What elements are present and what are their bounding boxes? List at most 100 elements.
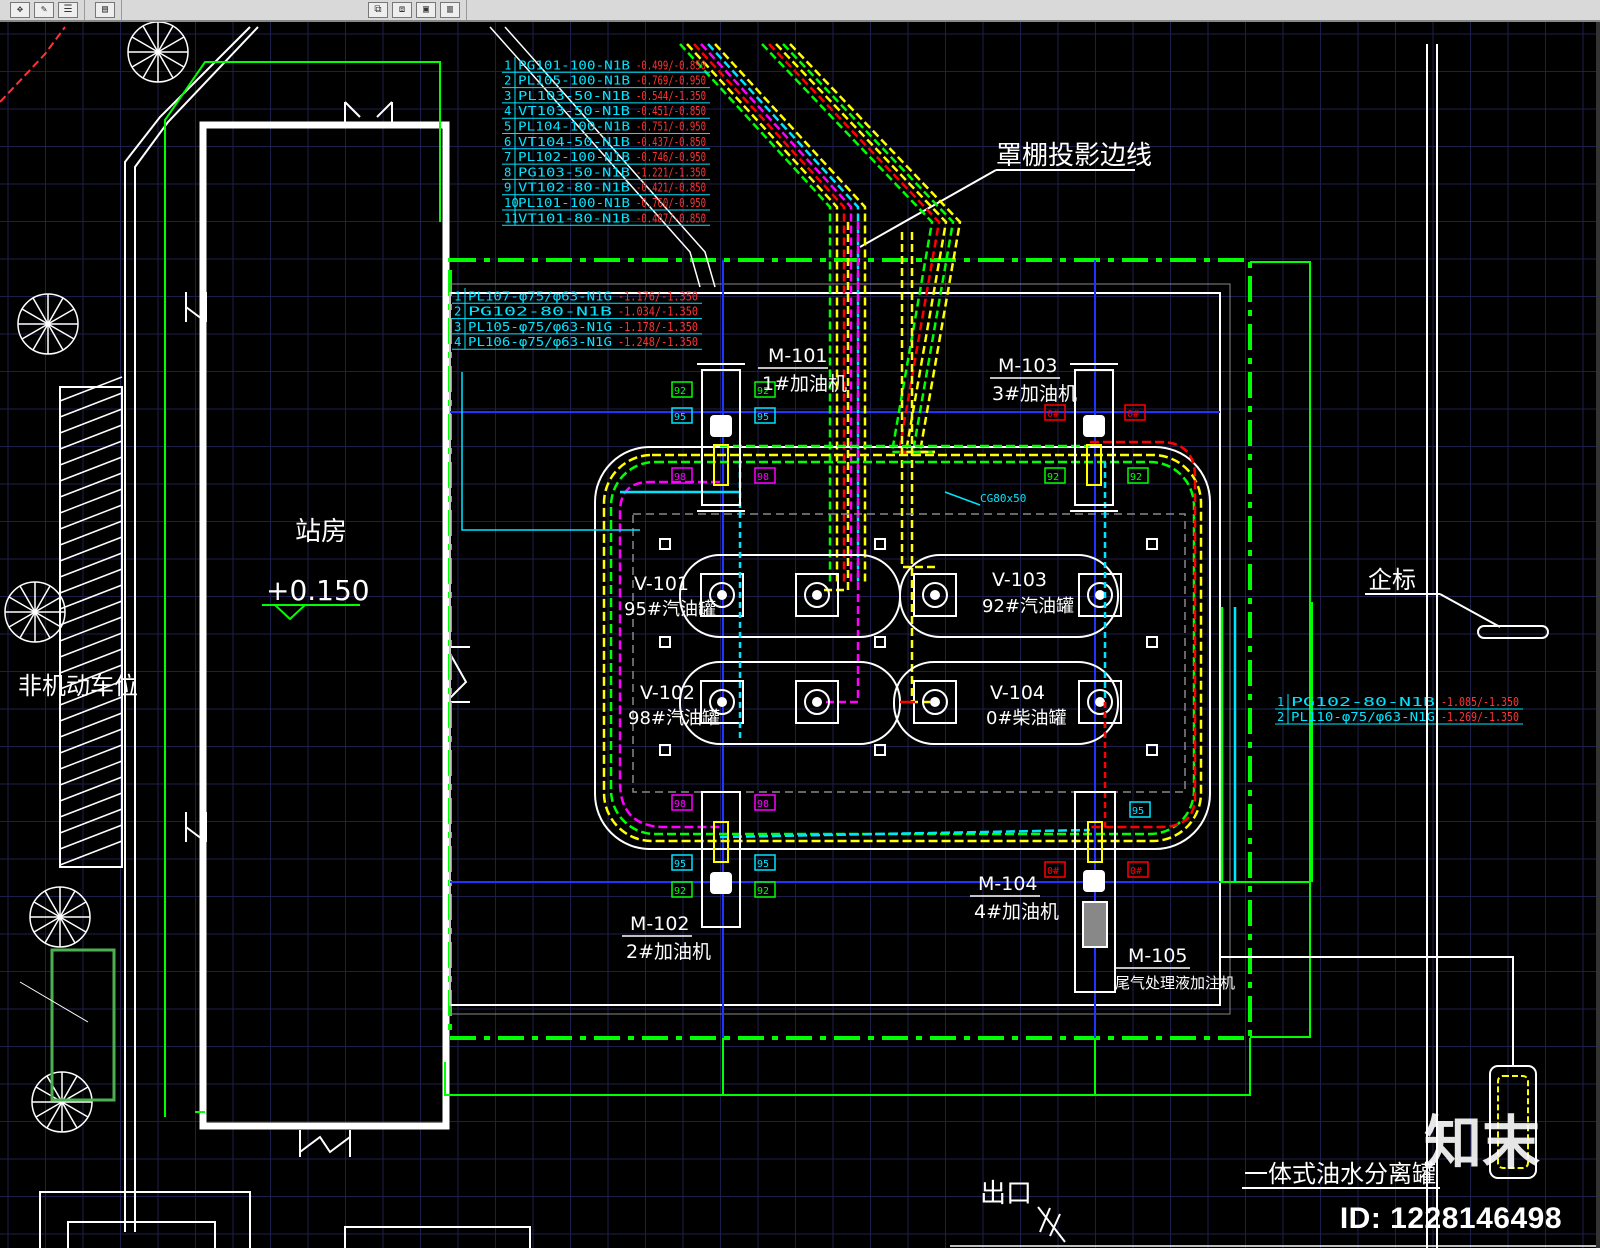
m101-code: M-101 (768, 345, 828, 367)
fuel-tag-text: 95 (757, 412, 769, 423)
block-icon[interactable]: ▣ (416, 2, 436, 18)
table-row-number: 4 (504, 104, 511, 118)
table-row-elevation: -1.178/-1.350 (618, 320, 698, 334)
m102-name: 2#加油机 (626, 941, 711, 963)
table-row-number: 2 (454, 305, 461, 319)
table-row-code: VT101-80-N1B (518, 211, 630, 225)
table-row-elevation: -1.085/-1.350 (1441, 695, 1519, 709)
table-row-number: 1 (1277, 695, 1284, 709)
table-row-code: PG102-80-N1B (468, 305, 612, 319)
table-row-elevation: -0.746/-0.950 (636, 150, 706, 164)
m103-code: M-103 (998, 355, 1058, 377)
table-row-code: PL102-100-N1B (518, 150, 630, 164)
background-grid (0, 22, 1596, 1248)
toolbar-group-left: ✥ ✎ ☰ (4, 0, 85, 20)
table-row-elevation: -0.451/-0.850 (636, 104, 706, 118)
table-row-code: PL106-φ75/φ63-N1G (468, 335, 612, 349)
property-line (0, 26, 66, 103)
v102-name: 98#汽油罐 (628, 708, 720, 729)
table-row-code: PL103-50-N1B (518, 89, 630, 103)
table-row-number: 4 (454, 335, 461, 349)
table-row-code: VT104-50-N1B (518, 135, 630, 149)
copy-icon[interactable]: ⧉ (368, 2, 388, 18)
cad-toolbar: ✥ ✎ ☰ ▤ ⧉ ⧈ ▣ ▥ (0, 0, 1600, 22)
table-row-elevation: -1.176/-1.350 (618, 289, 698, 303)
anchor-bolt-icon (659, 538, 671, 550)
save-icon[interactable]: ▥ (440, 2, 460, 18)
table-row-elevation: -0.437/-0.850 (636, 135, 706, 149)
fuel-tag-text: 95 (674, 859, 686, 870)
table-row-elevation: -0.544/-1.350 (636, 89, 706, 103)
anchor-bolt-icon (874, 636, 886, 648)
m104-code: M-104 (978, 873, 1038, 895)
table-row-elevation: -0.421/-0.850 (636, 181, 706, 195)
table-row-number: 3 (504, 89, 511, 103)
fuel-tag-text: 98 (674, 799, 686, 810)
anchor-bolt-icon (659, 636, 671, 648)
table-row-code: PL104-100-N1B (518, 120, 630, 134)
v104-code: V-104 (990, 682, 1045, 704)
fuel-tag-text: 92 (757, 886, 769, 897)
table-row-elevation: -1.034/-1.350 (618, 305, 698, 319)
enterprise-sign-label: 企标 (1368, 566, 1416, 594)
m105-code: M-105 (1128, 945, 1188, 967)
v101-name: 95#汽油罐 (624, 599, 716, 620)
cad-drawing-canvas[interactable]: 站房 +0.150 非机动车位 罩棚投影边线 92 9295 9598 980#… (0, 22, 1596, 1248)
props-icon[interactable]: ▤ (95, 2, 115, 18)
v101-code: V-101 (634, 573, 689, 595)
table-row-elevation: -1.248/-1.350 (618, 335, 698, 349)
table-row-elevation: -1.221/-1.350 (636, 165, 706, 179)
table-row-number: 1 (504, 58, 511, 72)
table-row-elevation: -0.769/-0.950 (636, 74, 706, 88)
table-row-number: 7 (504, 150, 511, 164)
table-row-number: 5 (504, 120, 511, 134)
pan-icon[interactable]: ✥ (10, 2, 30, 18)
pipe-table-top: 1 PG101-100-N1B -0.499/-0.850 2 PL105-100-N1… (502, 57, 710, 226)
edit-icon[interactable]: ✎ (34, 2, 54, 18)
table-row-number: 8 (504, 165, 511, 179)
separator-label: 一体式油水分离罐 (1244, 1160, 1436, 1188)
anchor-bolt-icon (1146, 538, 1158, 550)
anchor-bolt-icon (1146, 636, 1158, 648)
table-row-number: 3 (454, 320, 461, 334)
pipe-table-right: 1 PG102-80-N1B -1.085/-1.350 2 PL110-φ75/φ63… (1275, 694, 1523, 725)
m101-name: 1#加油机 (762, 373, 847, 395)
table-row-elevation: -0.760/-0.950 (636, 196, 706, 210)
table-row-number: 9 (504, 181, 511, 195)
tank-zone (594, 446, 1211, 850)
fuel-tag-text: 95 (1132, 806, 1144, 817)
fuel-tag-text: 98 (674, 472, 686, 483)
fuel-tag-text: 92 (1130, 472, 1142, 483)
paste-icon[interactable]: ⧈ (392, 2, 412, 18)
fuel-tag-text: 0# (1047, 409, 1059, 420)
watermark-id: ID: 1228146498 (1339, 1202, 1562, 1235)
landscape-trees (4, 22, 189, 1133)
table-row-code: PG102-80-N1B (1291, 695, 1435, 709)
fuel-tag-text: 92 (1047, 472, 1059, 483)
table-row-number: 2 (504, 74, 511, 88)
elevation-label: +0.150 (266, 574, 370, 607)
v102-code: V-102 (640, 682, 695, 704)
m105-name: 尾气处理液加注机 (1115, 974, 1235, 992)
layers-icon[interactable]: ☰ (58, 2, 78, 18)
table-row-code: PG103-50-N1B (518, 165, 630, 179)
table-row-code: PL107-φ75/φ63-N1G (468, 289, 612, 303)
v103-name: 92#汽油罐 (982, 596, 1074, 617)
station-house-label: 站房 (295, 517, 347, 547)
fuel-tag-text: 98 (757, 472, 769, 483)
exit-label: 出口 (980, 1179, 1032, 1209)
vertical-scrollbar[interactable] (1596, 22, 1600, 1248)
anchor-bolt-icon (874, 538, 886, 550)
m102-code: M-102 (630, 913, 690, 935)
canopy-outline (444, 258, 1313, 1096)
toolbar-group-mid: ▤ (89, 0, 122, 20)
table-row-number: 6 (504, 135, 511, 149)
fuel-tag-text: 95 (674, 412, 686, 423)
watermark-logo: 知末 (1423, 1109, 1540, 1177)
v104-name: 0#柴油罐 (986, 708, 1067, 729)
station-house: 站房 +0.150 (124, 26, 470, 1232)
table-row-code: PL110-φ75/φ63-N1G (1291, 710, 1435, 724)
canopy-line-label: 罩棚投影边线 (996, 141, 1152, 171)
table-row-elevation: -0.499/-0.850 (636, 58, 706, 72)
table-row-number: 11 (504, 211, 519, 225)
